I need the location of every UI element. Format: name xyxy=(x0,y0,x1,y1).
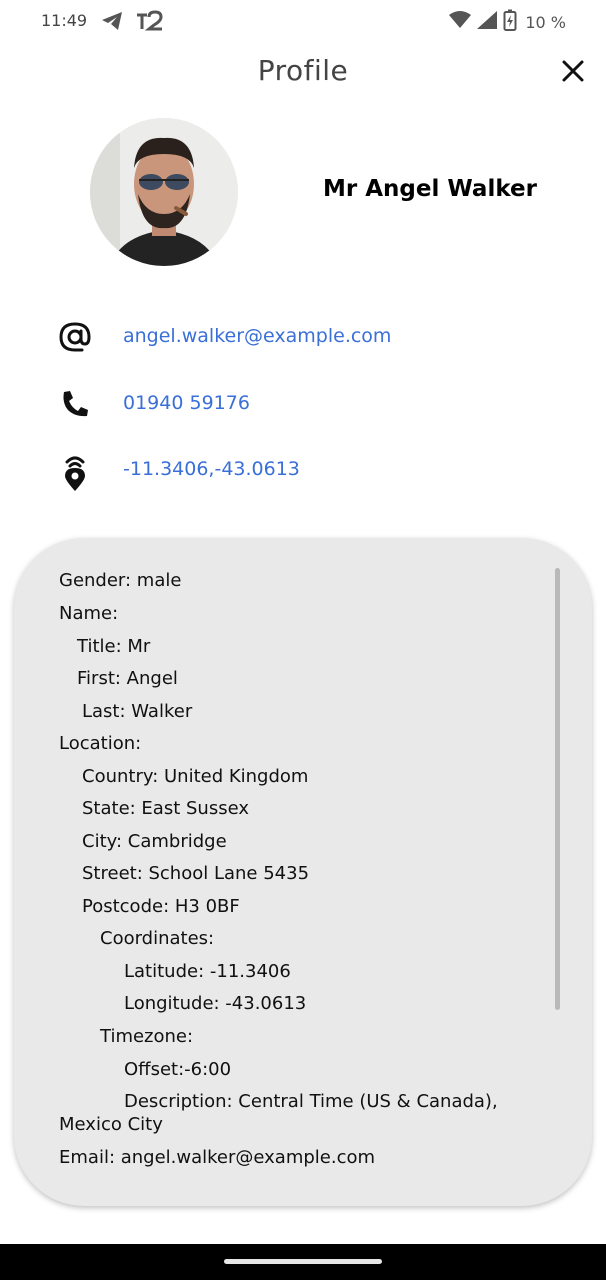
details-card[interactable]: Gender: male Name: Title: Mr First: Ange… xyxy=(14,538,592,1206)
detail-longitude: Longitude: -43.0613 xyxy=(124,993,307,1014)
detail-location-header: Location: xyxy=(59,733,142,754)
avatar-photo xyxy=(90,118,238,266)
details-scrollbar[interactable] xyxy=(555,568,560,1010)
detail-coordinates-header: Coordinates: xyxy=(100,928,215,949)
detail-state: State: East Sussex xyxy=(82,798,249,819)
page-title: Profile xyxy=(257,54,349,87)
detail-name-header: Name: xyxy=(59,603,119,624)
location-signal-icon xyxy=(58,453,92,491)
home-indicator[interactable] xyxy=(224,1259,382,1264)
contact-location-row[interactable]: -11.3406,-43.0613 xyxy=(0,449,606,491)
t2-icon xyxy=(134,9,164,37)
status-time: 11:49 xyxy=(41,11,88,30)
status-right-icons: 10 % xyxy=(449,9,566,35)
detail-street: Street: School Lane 5435 xyxy=(82,863,310,884)
profile-name: Mr Angel Walker xyxy=(323,176,537,202)
contact-email-row[interactable]: angel.walker@example.com xyxy=(0,316,606,356)
detail-city: City: Cambridge xyxy=(82,831,227,852)
detail-description-line1: Description: Central Time (US & Canada), xyxy=(124,1091,498,1112)
avatar xyxy=(90,118,238,266)
detail-timezone-header: Timezone: xyxy=(100,1026,194,1047)
wifi-icon xyxy=(449,11,472,33)
telegram-icon xyxy=(100,10,124,36)
email-link[interactable]: angel.walker@example.com xyxy=(123,325,391,347)
detail-first: First: Angel xyxy=(77,668,178,689)
battery-charging-icon xyxy=(503,9,517,35)
close-icon[interactable] xyxy=(558,60,588,90)
close-button[interactable] xyxy=(558,56,588,86)
detail-description-line2: Mexico City xyxy=(59,1114,163,1135)
detail-latitude: Latitude: -11.3406 xyxy=(124,961,291,982)
phone-icon xyxy=(58,387,92,421)
detail-offset: Offset:-6:00 xyxy=(124,1059,232,1080)
signal-icon xyxy=(477,11,498,33)
detail-title: Title: Mr xyxy=(77,636,151,657)
detail-country: Country: United Kingdom xyxy=(82,766,309,787)
detail-gender: Gender: male xyxy=(59,570,182,591)
status-left-icons xyxy=(100,9,164,37)
battery-percent: 10 % xyxy=(525,12,566,32)
contact-phone-row[interactable]: 01940 59176 xyxy=(0,383,606,423)
detail-last: Last: Walker xyxy=(82,701,193,722)
status-bar: 11:49 10 % xyxy=(0,0,606,42)
detail-email: Email: angel.walker@example.com xyxy=(59,1147,376,1168)
at-sign-icon xyxy=(58,320,92,354)
navigation-bar xyxy=(0,1244,606,1280)
detail-postcode: Postcode: H3 0BF xyxy=(82,896,240,917)
app-bar: Profile xyxy=(0,42,606,102)
phone-link[interactable]: 01940 59176 xyxy=(123,392,250,414)
location-link[interactable]: -11.3406,-43.0613 xyxy=(123,458,300,480)
